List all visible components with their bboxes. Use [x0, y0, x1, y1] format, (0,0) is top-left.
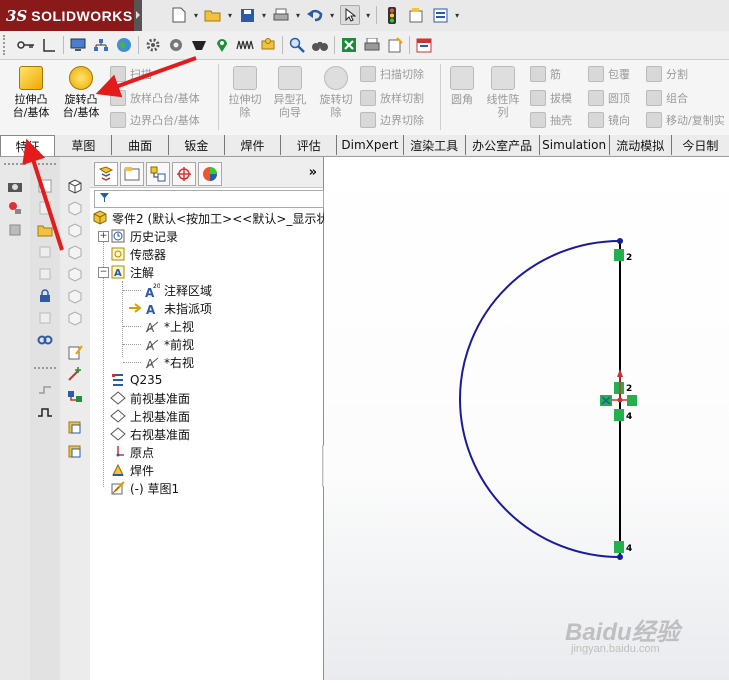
red-arrow-revolve — [95, 56, 197, 98]
red-arrow-features-tab — [22, 138, 64, 251]
annotation-arrows — [22, 56, 197, 251]
